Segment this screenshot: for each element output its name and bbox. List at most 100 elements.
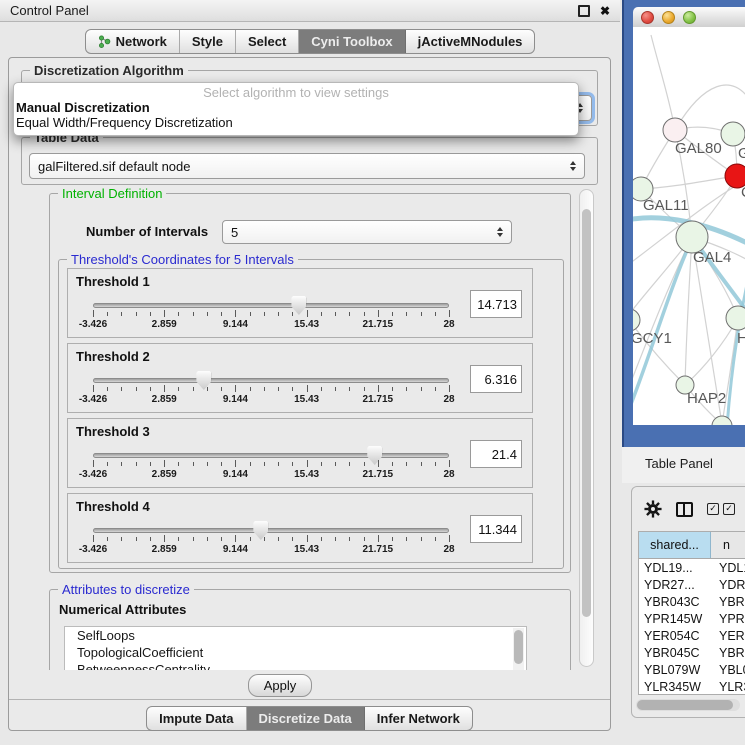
scrollbar-thumb[interactable] [582,209,591,617]
threshold-1-label: Threshold 1 [76,274,150,289]
dropdown-item-manual-discretization[interactable]: Manual Discretization [14,100,578,115]
table-data-combobox[interactable]: galFiltered.sif default node [29,153,585,179]
node-gal[interactable] [721,122,745,146]
tab-style[interactable]: Style [180,30,236,53]
checkbox-icon[interactable]: ✓ [723,503,735,515]
list-item[interactable]: TopologicalCoefficient [65,644,526,661]
svg-text:C: C [741,184,745,201]
table-row[interactable]: YBL079WYBL0 [639,661,745,678]
scrollbar-thumb[interactable] [637,700,733,710]
column-header-name[interactable]: n [711,532,745,558]
threshold-2-value-field[interactable]: 6.316 [470,365,522,393]
svg-text:GCY1: GCY1 [633,330,672,347]
tab-network-label: Network [116,34,167,49]
threshold-row: Threshold 1 -3.426 2.859 9.144 15.43 [67,268,533,338]
svg-text:GAL4: GAL4 [693,249,731,266]
table-row[interactable]: YPR145WYPR1 [639,610,745,627]
threshold-row: Threshold 3 -3.426 2.859 9.144 15.43 [67,418,533,488]
number-of-intervals-combobox[interactable]: 5 [222,220,512,244]
combo-stepper-icon [497,227,503,237]
interval-definition-label: Interval Definition [58,187,166,201]
threshold-1-value-field[interactable]: 14.713 [470,290,522,318]
table-row[interactable]: YLR345WYLR3 [639,678,745,695]
top-tab-bar: Network Style Select Cyni Toolbox jActiv… [0,29,620,54]
discretization-algorithm-label: Discretization Algorithm [30,63,188,78]
table-horizontal-scrollbar[interactable] [636,699,740,711]
table-panel-title: Table Panel [645,456,713,471]
threshold-1-slider[interactable]: -3.426 2.859 9.144 15.43 21.715 28 [93,296,449,336]
column-header-shared-name[interactable]: shared... [639,532,711,558]
slider-track [93,453,449,458]
table-row[interactable]: YBR045CYBR0 [639,644,745,661]
slider-track [93,528,449,533]
svg-text:GAL11: GAL11 [643,197,689,214]
node-gal80[interactable] [663,118,687,142]
tab-impute-data[interactable]: Impute Data [147,707,246,730]
network-window-titlebar [633,7,745,27]
threshold-3-slider[interactable]: -3.426 2.859 9.144 15.43 21.715 28 [93,446,449,486]
close-icon[interactable]: ✖ [600,5,610,17]
table-row[interactable]: YDL19...YDL1 [639,559,745,576]
list-item[interactable]: SelfLoops [65,627,526,644]
screenshot-root: Control Panel ✖ Network Styl [0,0,745,745]
slider-ticks [93,310,449,318]
tab-discretize-data[interactable]: Discretize Data [247,707,365,730]
threshold-row: Threshold 4 -3.426 2.859 9.144 15.43 [67,493,533,563]
control-panel-window: Control Panel ✖ Network Styl [0,0,620,745]
apply-button[interactable]: Apply [248,674,312,697]
network-icon [98,35,111,48]
table-row[interactable]: YBR043CYBR0 [639,593,745,610]
slider-ticks [93,535,449,543]
minimize-traffic-light-icon[interactable] [662,11,675,24]
cyni-toolbox-panel: Discretization Algorithm Select algorith… [8,57,611,731]
table-header-row: shared... n [639,532,745,559]
list-scrollbar[interactable] [513,628,524,670]
threshold-4-slider[interactable]: -3.426 2.859 9.144 15.43 21.715 28 [93,521,449,561]
threshold-4-value-field[interactable]: 11.344 [470,515,522,543]
threshold-3-value-field[interactable]: 21.4 [470,440,522,468]
slider-ticks [93,460,449,468]
tab-infer-network[interactable]: Infer Network [365,707,472,730]
number-of-intervals-label: Number of Intervals [86,224,208,239]
threshold-3-label: Threshold 3 [76,424,150,439]
table-data-group: Table Data galFiltered.sif default node [21,137,598,185]
tab-jactivemnodules[interactable]: jActiveMNodules [406,30,535,53]
list-item[interactable]: BetweennessCentrality [65,661,526,670]
table-row[interactable]: YDR27...YDR2 [639,576,745,593]
float-window-icon[interactable] [578,5,590,17]
split-columns-icon[interactable] [676,502,693,517]
window-title: Control Panel [10,3,89,18]
settings-scroll-area: Interval Definition Number of Intervals … [15,187,605,670]
close-traffic-light-icon[interactable] [641,11,654,24]
table-row[interactable]: YER054CYER0 [639,627,745,644]
slider-ticks [93,385,449,393]
node-attribute-table: shared... n YDL19...YDL1 YDR27...YDR2 YB… [638,531,745,695]
slider-track [93,303,449,308]
svg-text:GAL80: GAL80 [675,140,722,157]
threshold-4-label: Threshold 4 [76,499,150,514]
threshold-2-slider[interactable]: -3.426 2.859 9.144 15.43 21.715 28 [93,371,449,411]
svg-text:H: H [737,330,745,347]
tab-network[interactable]: Network [86,30,180,53]
bottom-tab-bar: Impute Data Discretize Data Infer Networ… [9,706,610,731]
dropdown-placeholder: Select algorithm to view settings [14,86,578,100]
tab-select[interactable]: Select [236,30,299,53]
node-h[interactable] [726,306,745,330]
panel-divider [9,699,610,700]
network-view-window: GAL80 GAL C GAL11 GAL4 GCY1 H HAP2 [622,0,745,447]
thresholds-group: Threshold's Coordinates for 5 Intervals … [58,259,564,569]
attributes-group-label: Attributes to discretize [58,582,194,597]
dropdown-item-equal-width-frequency[interactable]: Equal Width/Frequency Discretization [14,115,578,130]
slider-track [93,378,449,383]
panel-vertical-scrollbar[interactable] [579,189,594,667]
checkbox-icon[interactable]: ✓ [707,503,719,515]
control-panel-titlebar: Control Panel ✖ [0,0,620,22]
attributes-group: Attributes to discretize Numerical Attri… [49,589,571,670]
table-panel: ✓ ✓ shared... n YDL19...YDL1 YDR27...YDR… [631,486,745,718]
network-canvas[interactable]: GAL80 GAL C GAL11 GAL4 GCY1 H HAP2 [633,27,745,425]
node-gcy1[interactable] [633,309,640,331]
tab-cyni-toolbox[interactable]: Cyni Toolbox [299,30,405,53]
gear-icon[interactable] [644,500,662,518]
zoom-traffic-light-icon[interactable] [683,11,696,24]
numerical-attributes-label: Numerical Attributes [59,602,186,617]
